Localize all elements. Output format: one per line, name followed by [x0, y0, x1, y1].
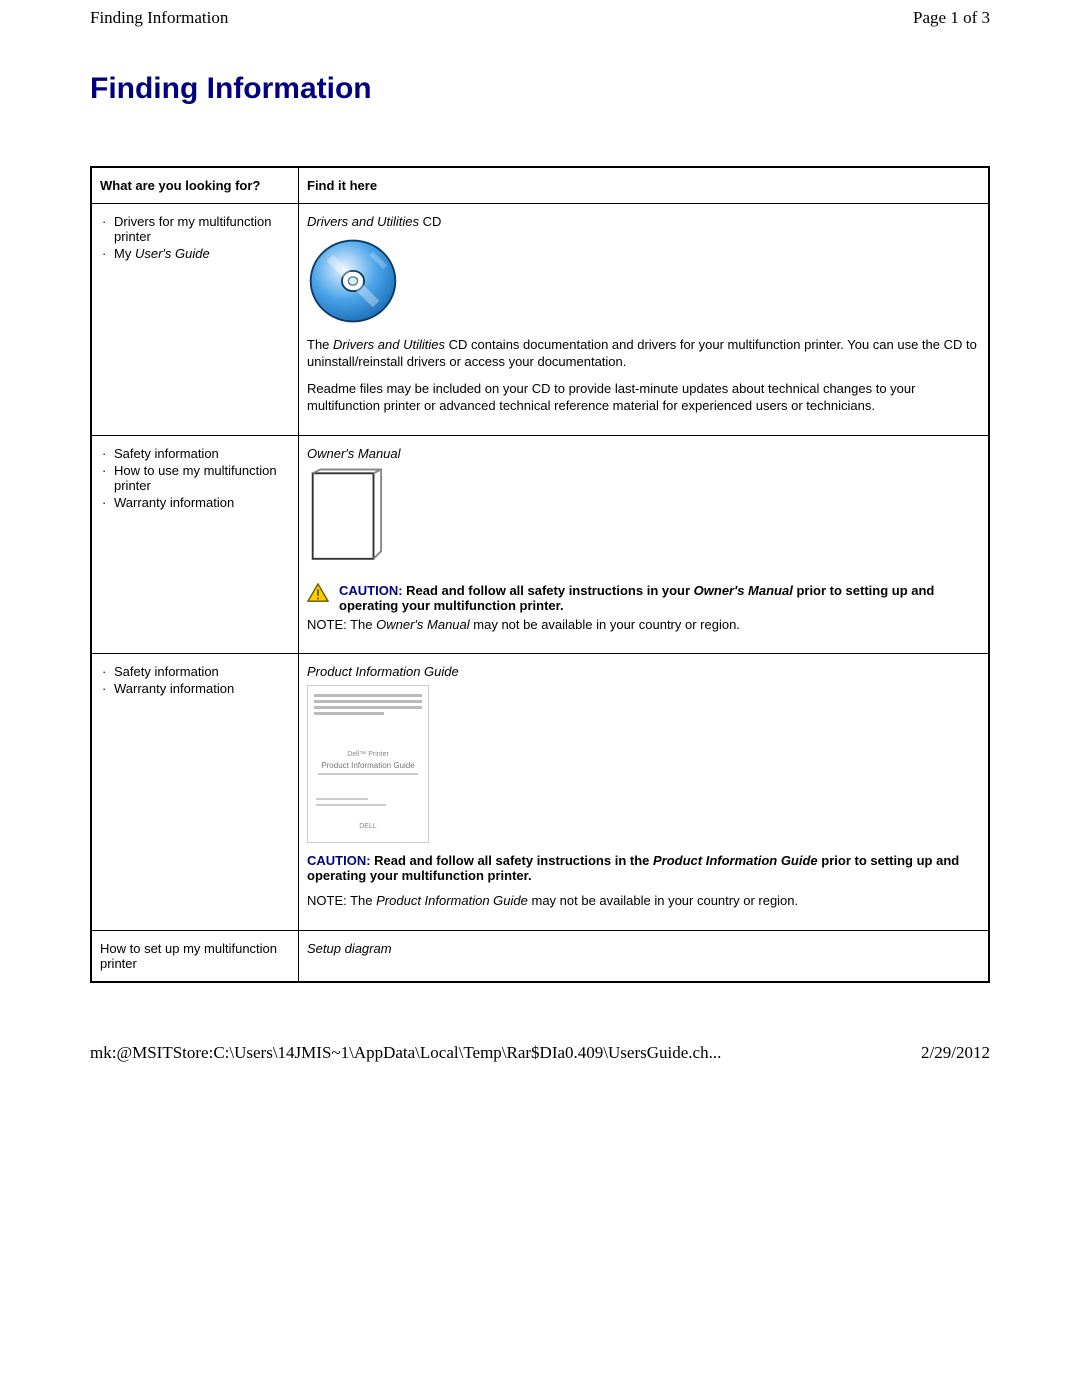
- svg-text:DELL: DELL: [359, 823, 377, 830]
- column-header-right: Find it here: [299, 167, 990, 204]
- caution-icon: [307, 583, 329, 603]
- looking-for-cell: Safety information How to use my multifu…: [91, 435, 299, 654]
- find-here-cell: Setup diagram: [299, 931, 990, 983]
- find-here-cell: Drivers and Utilities CD: [299, 204, 990, 436]
- header-left: Finding Information: [90, 8, 228, 28]
- paragraph: The Drivers and Utilities CD contains do…: [307, 337, 980, 371]
- find-here-cell: Product Information Guide Dell™ Printer …: [299, 654, 990, 931]
- table-row: Safety information How to use my multifu…: [91, 435, 989, 654]
- table-row: How to set up my multifunction printer S…: [91, 931, 989, 983]
- svg-text:Dell™ Printer: Dell™ Printer: [347, 751, 389, 758]
- main-content: Finding Information What are you looking…: [0, 32, 1080, 1003]
- svg-text:Product Information Guide: Product Information Guide: [321, 761, 415, 770]
- list-item: Drivers for my multifunction printer: [100, 214, 290, 244]
- resource-title: Setup diagram: [307, 941, 980, 956]
- resource-title: Drivers and Utilities CD: [307, 214, 980, 229]
- note-text: NOTE: The Product Information Guide may …: [307, 893, 980, 910]
- product-info-guide-icon: Dell™ Printer Product Information Guide …: [307, 685, 429, 843]
- table-row: Safety information Warranty information …: [91, 654, 989, 931]
- table-row: Drivers for my multifunction printer My …: [91, 204, 989, 436]
- cd-icon: [307, 235, 399, 327]
- footer-right: 2/29/2012: [921, 1043, 990, 1063]
- resource-title: Product Information Guide: [307, 664, 980, 679]
- list-item: Safety information: [100, 446, 290, 461]
- list-item: Warranty information: [100, 681, 290, 696]
- list-item: Warranty information: [100, 495, 290, 510]
- header-right: Page 1 of 3: [913, 8, 990, 28]
- footer-left: mk:@MSITStore:C:\Users\14JMIS~1\AppData\…: [90, 1043, 721, 1063]
- looking-for-cell: Safety information Warranty information: [91, 654, 299, 931]
- caution-block: CAUTION: Read and follow all safety inst…: [307, 853, 980, 883]
- information-table: What are you looking for? Find it here D…: [90, 166, 990, 983]
- print-header: Finding Information Page 1 of 3: [0, 0, 1080, 32]
- list-item: My User's Guide: [100, 246, 290, 261]
- looking-for-cell: Drivers for my multifunction printer My …: [91, 204, 299, 436]
- caution-label: CAUTION:: [307, 853, 371, 868]
- caution-text: CAUTION: Read and follow all safety inst…: [339, 583, 980, 613]
- caution-block: CAUTION: Read and follow all safety inst…: [307, 583, 980, 613]
- column-header-left: What are you looking for?: [91, 167, 299, 204]
- note-text: NOTE: The Owner's Manual may not be avai…: [307, 617, 980, 634]
- find-here-cell: Owner's Manual CAUTION: Read a: [299, 435, 990, 654]
- looking-for-cell: How to set up my multifunction printer: [91, 931, 299, 983]
- manual-icon: [307, 467, 383, 567]
- page-title: Finding Information: [90, 72, 990, 106]
- list-item: Safety information: [100, 664, 290, 679]
- caution-label: CAUTION:: [339, 583, 403, 598]
- paragraph: Readme files may be included on your CD …: [307, 381, 980, 415]
- print-footer: mk:@MSITStore:C:\Users\14JMIS~1\AppData\…: [0, 1003, 1080, 1071]
- resource-title: Owner's Manual: [307, 446, 980, 461]
- list-item: How to use my multifunction printer: [100, 463, 290, 493]
